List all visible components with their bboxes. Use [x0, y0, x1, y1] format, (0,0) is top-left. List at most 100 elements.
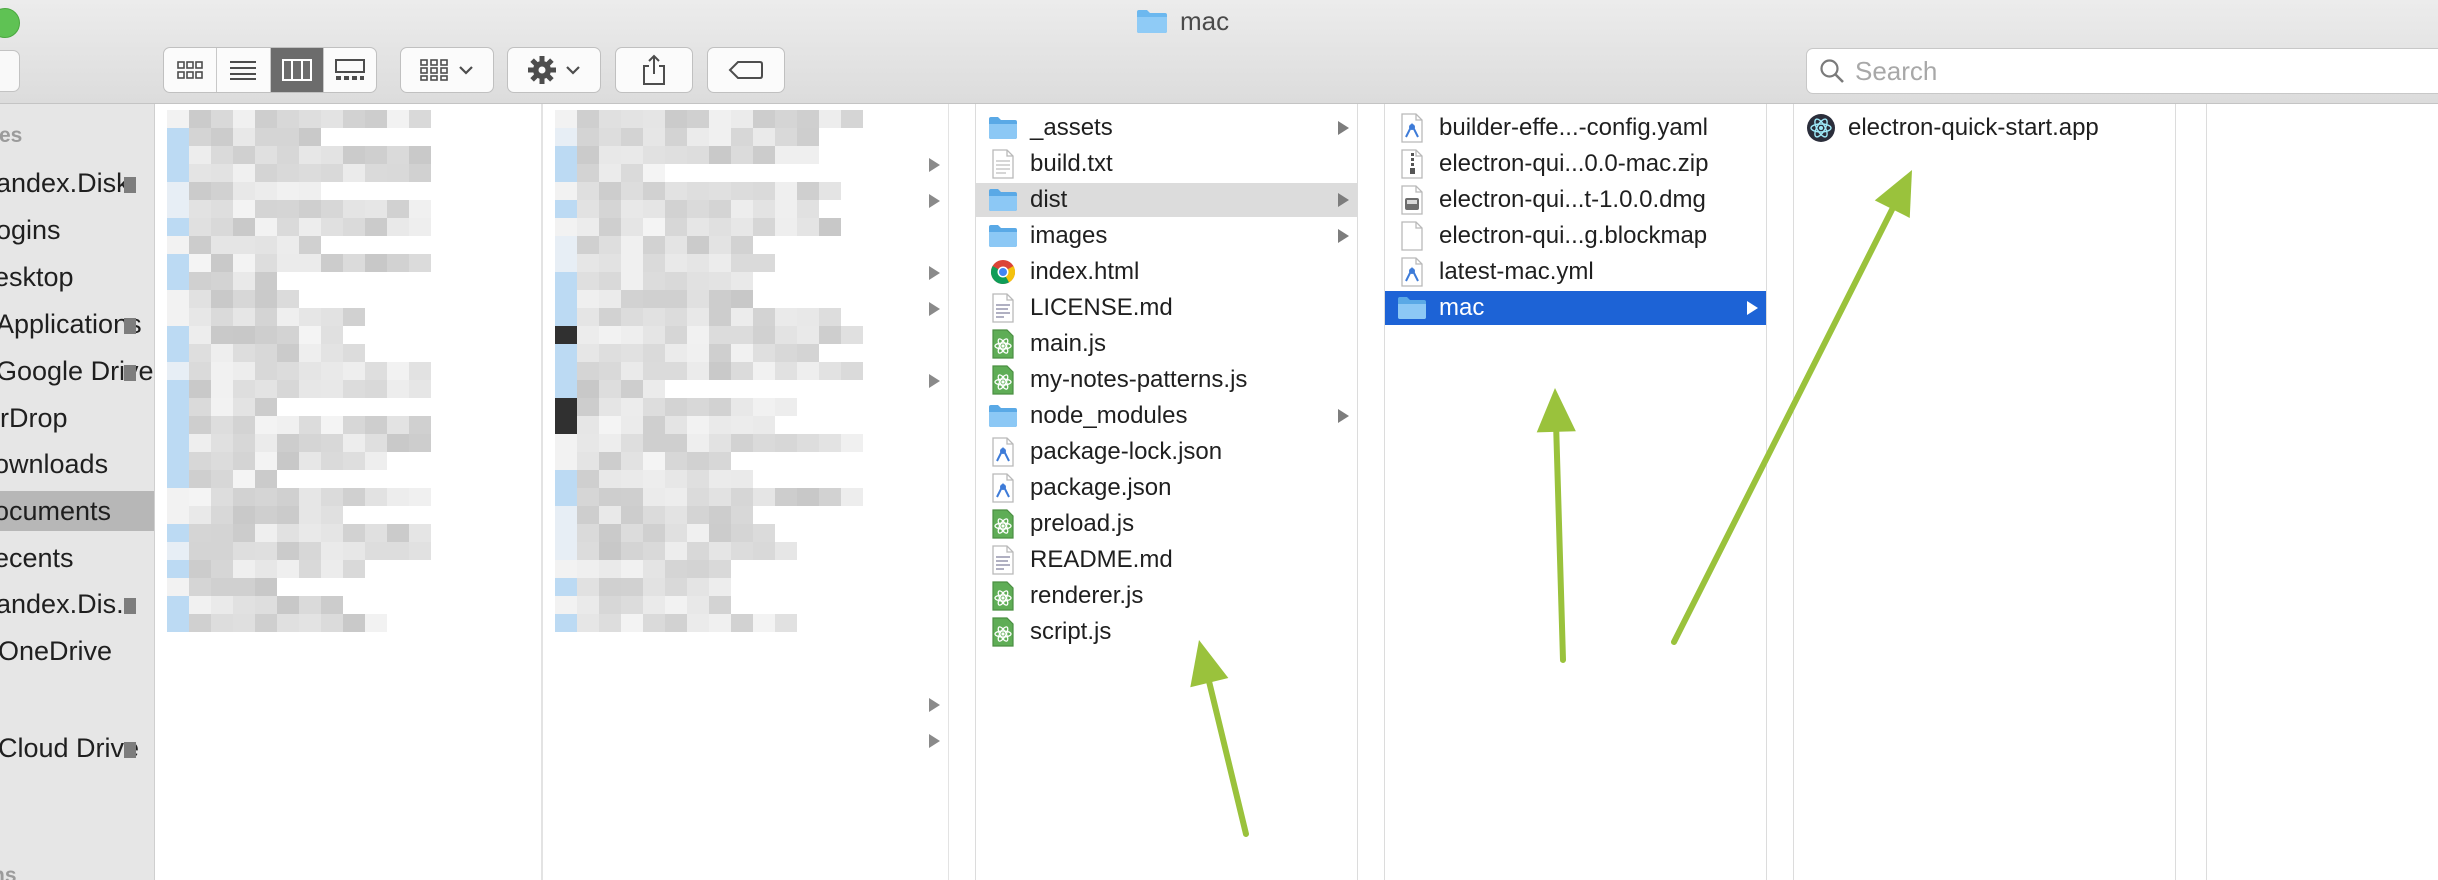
file-row[interactable]: package-lock.json [976, 435, 1357, 469]
eject-icon[interactable] [124, 365, 136, 381]
share-button[interactable] [615, 47, 693, 93]
file-row[interactable]: main.js [976, 327, 1357, 361]
file-row[interactable]: latest-mac.yml [1385, 255, 1766, 289]
folder-row[interactable]: mac [1385, 291, 1766, 325]
blurred-pixel [599, 542, 621, 560]
sidebar-item[interactable]: irDrop [0, 398, 154, 438]
file-row[interactable]: preload.js [976, 507, 1357, 541]
blurred-pixel [255, 434, 277, 452]
list-view-button[interactable] [217, 48, 271, 92]
blurred-pixel [577, 236, 599, 254]
back-button[interactable] [0, 50, 20, 92]
blurred-pixel [255, 542, 277, 560]
blurred-pixel [643, 146, 665, 164]
blurred-pixel [709, 398, 731, 416]
blurred-pixel [665, 452, 687, 470]
blurred-pixel [277, 182, 299, 200]
sidebar-item[interactable]: Applications [0, 304, 154, 344]
blurred-pixel [277, 614, 299, 632]
file-row[interactable]: builder-effe...-config.yaml [1385, 111, 1766, 145]
blurred-pixel [343, 560, 365, 578]
sidebar-item[interactable]: ocuments [0, 491, 154, 531]
file-row[interactable]: script.js [976, 615, 1357, 649]
sidebar-item[interactable]: Google Drive [0, 351, 154, 391]
disclosure-triangle-icon[interactable] [929, 734, 940, 748]
icon-view-button[interactable] [164, 48, 218, 92]
blurred-pixel [599, 218, 621, 236]
blurred-pixel [321, 542, 343, 560]
sidebar-item[interactable]: andex.Dis. [0, 584, 154, 624]
blurred-pixel [555, 236, 577, 254]
blurred-pixel [599, 254, 621, 272]
file-row[interactable]: README.md [976, 543, 1357, 577]
blurred-pixel [753, 524, 775, 542]
zoom-window-button[interactable] [0, 8, 20, 38]
blurred-pixel [709, 506, 731, 524]
eject-icon[interactable] [124, 598, 136, 614]
file-row[interactable]: electron-qui...0.0-mac.zip [1385, 147, 1766, 181]
disclosure-triangle-icon[interactable] [929, 302, 940, 316]
blurred-pixel [387, 542, 409, 560]
action-button[interactable] [507, 47, 601, 93]
sidebar-item[interactable]: ownloads [0, 444, 154, 484]
eject-icon[interactable] [124, 742, 136, 758]
disclosure-triangle-icon[interactable] [929, 698, 940, 712]
blurred-pixel [343, 452, 365, 470]
blurred-pixel [731, 182, 753, 200]
disclosure-triangle-icon[interactable] [1338, 193, 1349, 207]
folder-row[interactable]: node_modules [976, 399, 1357, 433]
blurred-pixel [555, 596, 577, 614]
disclosure-triangle-icon[interactable] [1338, 121, 1349, 135]
disclosure-triangle-icon[interactable] [1747, 301, 1758, 315]
file-row[interactable]: electron-qui...g.blockmap [1385, 219, 1766, 253]
file-row[interactable]: electron-quick-start.app [1794, 111, 2175, 145]
gallery-view-button[interactable] [324, 48, 376, 92]
blurred-pixel [299, 164, 321, 182]
blurred-pixel [299, 344, 321, 362]
eject-icon[interactable] [124, 318, 136, 334]
disclosure-triangle-icon[interactable] [1338, 409, 1349, 423]
disclosure-triangle-icon[interactable] [929, 374, 940, 388]
sidebar-item[interactable]: esktop [0, 257, 154, 297]
disclosure-triangle-icon[interactable] [929, 158, 940, 172]
blurred-pixel [687, 470, 709, 488]
file-row[interactable]: electron-qui...t-1.0.0.dmg [1385, 183, 1766, 217]
disclosure-triangle-icon[interactable] [1338, 229, 1349, 243]
group-button[interactable] [400, 47, 494, 93]
sidebar-item[interactable]: andex.Disk [0, 163, 154, 203]
file-row[interactable]: package.json [976, 471, 1357, 505]
file-row[interactable]: my-notes-patterns.js [976, 363, 1357, 397]
disclosure-triangle-icon[interactable] [929, 194, 940, 208]
blurred-pixel [599, 416, 621, 434]
disclosure-triangle-icon[interactable] [929, 266, 940, 280]
eject-icon[interactable] [124, 177, 136, 193]
search-field[interactable] [1806, 48, 2438, 94]
folder-row[interactable]: dist [976, 183, 1357, 217]
sidebar-item[interactable]: OneDrive [0, 631, 154, 671]
blurred-pixel [277, 128, 299, 146]
blurred-pixel [277, 506, 299, 524]
blurred-pixel [167, 416, 189, 434]
sidebar-item[interactable]: ecents [0, 538, 154, 578]
sidebar-item[interactable]: Cloud Drive [0, 728, 154, 768]
file-row[interactable]: LICENSE.md [976, 291, 1357, 325]
blurred-pixel [365, 200, 387, 218]
blurred-pixel [299, 560, 321, 578]
folder-row[interactable]: _assets [976, 111, 1357, 145]
blurred-pixel [321, 254, 343, 272]
blurred-pixel [687, 326, 709, 344]
file-row[interactable]: renderer.js [976, 579, 1357, 613]
file-row[interactable]: build.txt [976, 147, 1357, 181]
sidebar-item-label: irDrop [0, 403, 68, 433]
file-row[interactable]: index.html [976, 255, 1357, 289]
folder-row[interactable]: images [976, 219, 1357, 253]
blurred-pixel [189, 560, 211, 578]
blurred-pixel [189, 506, 211, 524]
search-input[interactable] [1853, 54, 2417, 88]
column-view-button[interactable] [270, 48, 324, 92]
tag-button[interactable] [707, 47, 785, 93]
sidebar-item[interactable]: ogins [0, 210, 154, 250]
column-view-icon [281, 59, 312, 81]
blurred-pixel [687, 110, 709, 128]
blurred-pixel [189, 578, 211, 596]
